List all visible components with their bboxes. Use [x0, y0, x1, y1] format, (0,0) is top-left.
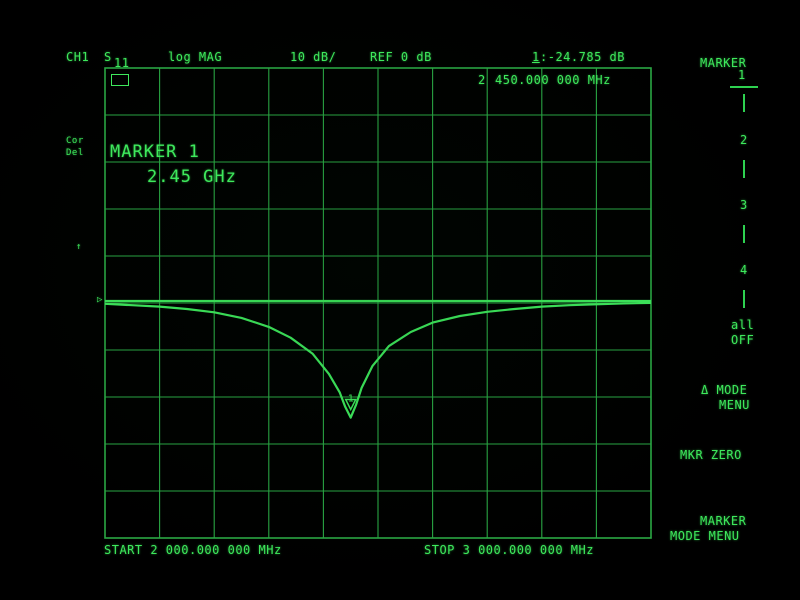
plot-grid — [104, 67, 652, 539]
format-label: log MAG — [168, 50, 223, 64]
start-frequency: START 2 000.000 000 MHz — [104, 543, 282, 557]
cor-label: Cor — [66, 136, 84, 146]
softkey-delta-mode[interactable]: Δ MODE — [701, 383, 747, 397]
softkey-marker-3[interactable]: 3 — [740, 198, 748, 212]
active-marker-title: MARKER 1 — [110, 142, 200, 162]
ref-label: REF 0 dB — [370, 50, 432, 64]
softkey-marker-1-bar — [743, 94, 745, 112]
up-arrow-icon: ↑ — [76, 242, 82, 252]
marker-freq-label: 2 — [478, 73, 486, 87]
active-marker-freq: 2.45 GHz — [147, 167, 237, 187]
param-subscript: 11 — [114, 56, 130, 70]
softkey-delta-menu[interactable]: MENU — [719, 398, 750, 412]
power-meter-icon — [111, 74, 129, 86]
channel-label: CH1 — [66, 50, 90, 64]
del-label: Del — [66, 148, 84, 158]
softkey-marker-3-bar — [743, 225, 745, 243]
stop-frequency: STOP 3 000.000 000 MHz — [424, 543, 594, 557]
vna-screen: 1 — [104, 67, 652, 539]
reference-arrow-icon: ▷ — [97, 295, 103, 305]
softkey-off-label[interactable]: OFF — [731, 333, 754, 347]
softkey-marker-2-bar — [743, 160, 745, 178]
softkey-marker-mode-1[interactable]: MARKER — [700, 514, 746, 528]
marker-label: 1 — [348, 393, 354, 404]
softkey-marker-zero[interactable]: MKR ZERO — [680, 448, 742, 462]
softkey-marker-1[interactable]: 1 — [738, 68, 746, 82]
scale-label: 10 dB/ — [290, 50, 337, 64]
softkey-all-label[interactable]: all — [731, 318, 754, 332]
softkey-divider — [730, 86, 758, 88]
marker-freq-value: 450.000 000 MHz — [495, 73, 611, 87]
param-label: S — [104, 50, 112, 64]
softkey-marker-mode-2[interactable]: MODE MENU — [670, 529, 740, 543]
softkey-marker-2[interactable]: 2 — [740, 133, 748, 147]
marker-readout-number: 1 — [532, 50, 540, 64]
marker-readout-value: :-24.785 dB — [540, 50, 625, 64]
softkey-marker-4-bar — [743, 290, 745, 308]
softkey-marker-4[interactable]: 4 — [740, 263, 748, 277]
